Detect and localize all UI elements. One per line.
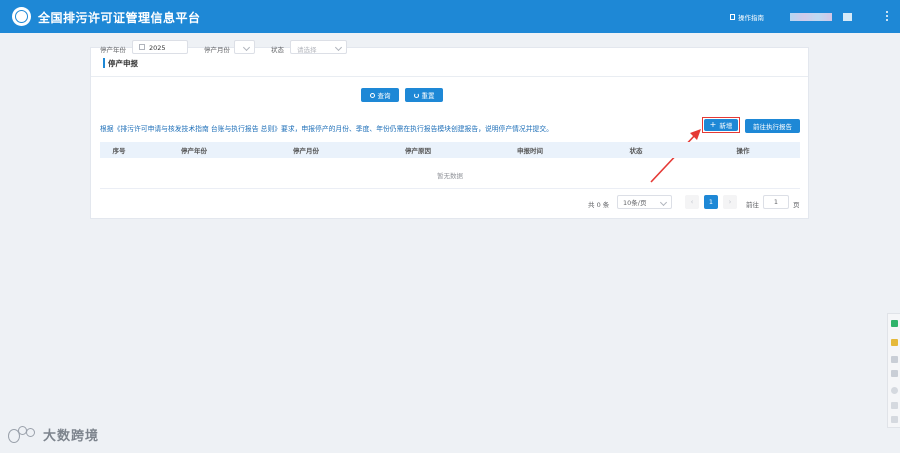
goto-page-input[interactable]: 1 — [763, 195, 789, 209]
notice-text: 根据《排污许可申请与核发技术指南 台账与执行报告 总则》要求，申报停产的月份、季… — [100, 125, 553, 133]
main-card: 停产申报 — [90, 47, 809, 219]
calendar-icon — [139, 44, 145, 50]
tool-green-icon[interactable] — [891, 320, 898, 327]
highlight-box — [702, 117, 740, 133]
table-empty-row: 暂无数据 — [100, 158, 800, 189]
chevron-left-icon: ‹ — [690, 198, 694, 206]
watermark: 大数跨境 — [8, 425, 99, 444]
book-icon — [730, 14, 735, 20]
page-unit-label: 页 — [793, 201, 800, 209]
column-header: 状态 — [629, 147, 643, 155]
more-menu-icon[interactable] — [886, 11, 888, 21]
search-button-label: 查询 — [377, 92, 391, 100]
page-size-value: 10条/页 — [623, 199, 647, 207]
reset-button-label: 重置 — [421, 92, 435, 100]
status-filter-label: 状态 — [271, 46, 284, 54]
goto-page-value: 1 — [773, 198, 779, 206]
year-value: 2025 — [149, 44, 166, 52]
column-header: 操作 — [736, 147, 750, 155]
app-logo-icon — [12, 7, 31, 26]
pagination-total: 共 0 条 — [588, 201, 610, 209]
reset-button[interactable]: 重置 — [405, 88, 443, 102]
user-info-blurred[interactable] — [790, 13, 832, 21]
search-icon — [369, 92, 375, 98]
tool-settings-icon[interactable] — [891, 416, 898, 423]
title-accent-bar — [103, 58, 105, 68]
table-header: 序号 停产年份 停产月份 停产原因 申报时间 状态 操作 — [100, 142, 800, 158]
watermark-logo-icon — [8, 425, 38, 444]
card-header: 停产申报 — [91, 48, 808, 77]
goto-report-button[interactable]: 前往执行报告 — [745, 119, 800, 133]
page-number-current[interactable]: 1 — [704, 195, 718, 209]
empty-text: 暂无数据 — [437, 172, 463, 180]
column-header: 申报时间 — [517, 147, 543, 155]
chevron-down-icon — [334, 43, 343, 52]
tool-doc-icon[interactable] — [891, 402, 898, 409]
status-select[interactable]: 请选择 — [290, 40, 347, 54]
goto-label: 前往 — [746, 201, 759, 209]
page-title: 停产申报 — [108, 59, 138, 68]
app-title: 全国排污许可证管理信息平台 — [38, 11, 201, 25]
tool-circle-icon[interactable] — [891, 387, 898, 394]
month-filter-label: 停产月份 — [204, 46, 230, 54]
month-select[interactable] — [234, 40, 255, 54]
column-header: 序号 — [112, 147, 126, 155]
watermark-text: 大数跨境 — [43, 429, 100, 444]
operation-guide-link[interactable]: 操作指南 — [730, 12, 764, 22]
chevron-down-icon — [242, 43, 251, 52]
chevron-right-icon: › — [728, 198, 732, 206]
operation-guide-label: 操作指南 — [738, 14, 764, 22]
chevron-down-icon — [659, 198, 668, 207]
search-button[interactable]: 查询 — [361, 88, 399, 102]
column-header: 停产年份 — [181, 147, 207, 155]
page-size-select[interactable]: 10条/页 — [617, 195, 672, 209]
year-filter-label: 停产年份 — [100, 46, 126, 54]
tool-grid-icon[interactable] — [891, 370, 898, 377]
refresh-icon — [413, 92, 419, 98]
year-picker[interactable]: 2025 — [132, 40, 188, 54]
column-header: 停产原因 — [405, 147, 431, 155]
top-bar: 全国排污许可证管理信息平台 操作指南 — [0, 0, 900, 33]
user-avatar-blurred[interactable] — [843, 13, 852, 21]
column-header: 停产月份 — [293, 147, 319, 155]
goto-report-label: 前往执行报告 — [753, 123, 792, 131]
status-placeholder: 请选择 — [297, 46, 317, 54]
tool-list-icon[interactable] — [891, 356, 898, 363]
next-page-button[interactable]: › — [723, 195, 737, 209]
tool-note-icon[interactable] — [891, 339, 898, 346]
floating-toolbar — [887, 313, 900, 428]
prev-page-button[interactable]: ‹ — [685, 195, 699, 209]
